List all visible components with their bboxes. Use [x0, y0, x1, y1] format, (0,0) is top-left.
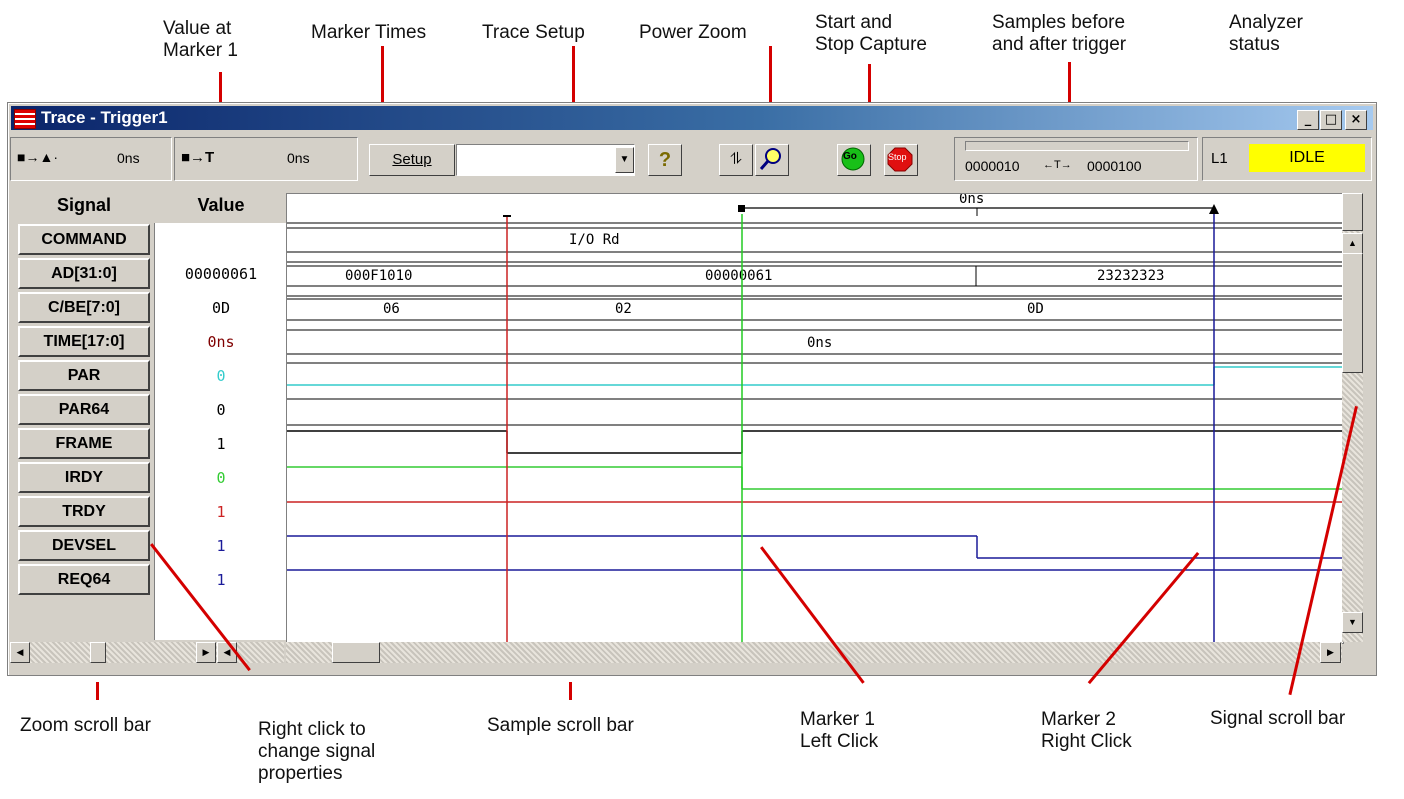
annotation-trace-setup: Trace Setup — [482, 22, 585, 43]
cbe-value-label: 06 — [383, 301, 400, 317]
samples-panel: 0000010 ←T→ 0000100 — [954, 137, 1198, 181]
signal-value: 00000061 — [184, 265, 258, 283]
annotation-analyzer-status: Analyzer status — [1229, 12, 1303, 55]
ad-value-label: 000F1010 — [345, 268, 412, 284]
waveform-pane[interactable]: 0ns I/O Rd 000F1010 00000061 23232323 06 02 0D 0… — [286, 193, 1344, 644]
annotation-zoom-scroll: Zoom scroll bar — [20, 715, 151, 736]
signal-button[interactable]: COMMAND — [18, 224, 150, 255]
zoom-fit-button[interactable]: ⥮ — [719, 144, 753, 176]
go-button[interactable]: Go — [837, 144, 871, 176]
dropdown-arrow-icon[interactable]: ▼ — [615, 147, 634, 173]
signal-button[interactable]: PAR — [18, 360, 150, 391]
go-label: Go — [843, 151, 857, 162]
status-badge: IDLE — [1249, 144, 1365, 172]
signal-value — [156, 224, 286, 257]
signal-button[interactable]: REQ64 — [18, 564, 150, 595]
annotation-signal-scroll: Signal scroll bar — [1210, 708, 1346, 729]
signal-button[interactable]: TIME[17:0] — [18, 326, 150, 357]
signal-value: 0 — [216, 469, 226, 487]
app-icon — [14, 109, 36, 129]
scroll-up-arrow-icon[interactable]: ▲ — [1342, 233, 1363, 254]
zoom-scroll-thumb[interactable] — [90, 642, 106, 663]
minimize-button[interactable]: _ — [1297, 110, 1319, 130]
time-label: 0ns — [807, 335, 832, 351]
signal-value: 0 — [216, 367, 226, 385]
ad-value-label: 00000061 — [705, 268, 772, 284]
ruler-time-label: 0ns — [959, 194, 984, 207]
trace-setup-select[interactable]: ▼ — [456, 144, 635, 176]
zoom-left-arrow-icon[interactable]: ◀ — [10, 642, 30, 663]
ad-value-label: 23232323 — [1097, 268, 1164, 284]
level-label: L1 — [1211, 150, 1228, 167]
samples-after: 0000100 — [1087, 158, 1142, 174]
annotation-marker2: Marker 2 Right Click — [1041, 709, 1132, 752]
marker2-handle[interactable] — [1209, 204, 1219, 214]
annotation-right-click: Right click to change signal properties — [258, 719, 376, 784]
samples-before: 0000010 — [965, 158, 1020, 174]
signal-value: 1 — [216, 435, 226, 453]
cbe-value-label: 0D — [1027, 301, 1044, 317]
command-label: I/O Rd — [569, 232, 620, 248]
annotation-marker1: Marker 1 Left Click — [800, 709, 879, 752]
samples-bar[interactable] — [965, 141, 1189, 151]
signal-button[interactable]: TRDY — [18, 496, 150, 527]
signal-value: 0 — [216, 401, 226, 419]
sample-scroll-thumb[interactable] — [332, 642, 380, 663]
cbe-value-label: 02 — [615, 301, 632, 317]
marker-trigger-label: ■→T — [181, 149, 215, 166]
annotation-marker-times: Marker Times — [311, 22, 427, 43]
signal-value: 1 — [216, 503, 226, 521]
signal-value: 0D — [211, 299, 231, 317]
help-icon: ? — [658, 149, 672, 171]
waveform-zoom-icon: ⥮ — [730, 151, 742, 168]
title-bar[interactable]: Trace - Trigger1 _ □ × — [11, 106, 1373, 130]
signal-button[interactable]: DEVSEL — [18, 530, 150, 561]
stop-label: Stop — [888, 152, 907, 162]
zoom-right-arrow-icon[interactable]: ▶ — [196, 642, 216, 663]
signal-value: 1 — [216, 537, 226, 555]
setup-button[interactable]: Setup — [369, 144, 455, 176]
scroll-corner-top — [1342, 193, 1363, 231]
signal-column-header: Signal — [56, 195, 111, 215]
waveform-canvas[interactable]: 0ns I/O Rd 000F1010 00000061 23232323 06 02 0D 0… — [287, 194, 1343, 643]
signal-scroll-thumb[interactable] — [1342, 253, 1363, 373]
marker-span-panel: ■→▲· 0ns — [10, 137, 172, 181]
marker-trigger-value: 0ns — [287, 150, 310, 166]
annotation-power-zoom: Power Zoom — [639, 22, 747, 43]
trace-window: Trace - Trigger1 _ □ × ■→▲· 0ns ■→T 0ns … — [7, 102, 1377, 676]
value-column-header: Value — [197, 195, 245, 215]
signal-button[interactable]: AD[31:0] — [18, 258, 150, 289]
annotation-sample-scroll: Sample scroll bar — [487, 715, 634, 736]
close-button[interactable]: × — [1345, 110, 1367, 130]
magnifier-icon — [759, 148, 781, 170]
signal-button[interactable]: IRDY — [18, 462, 150, 493]
scroll-down-arrow-icon[interactable]: ▼ — [1342, 612, 1363, 633]
sample-right-arrow-icon[interactable]: ▶ — [1320, 642, 1341, 663]
window-title: Trace - Trigger1 — [41, 108, 168, 127]
marker1-handle[interactable] — [738, 205, 745, 212]
marker-trigger-panel: ■→T 0ns — [174, 137, 358, 181]
maximize-button[interactable]: □ — [1320, 110, 1342, 130]
signal-button[interactable]: PAR64 — [18, 394, 150, 425]
annotation-value-at-marker: Value at Marker 1 — [163, 18, 238, 61]
signal-button[interactable]: FRAME — [18, 428, 150, 459]
signal-value: 1 — [216, 571, 226, 589]
sample-scrollbar[interactable]: ▶ — [286, 642, 1342, 663]
signal-value: 0ns — [207, 333, 235, 351]
toolbar: ■→▲· 0ns ■→T 0ns Setup ▼ ? ⥮ Go Stop 000… — [8, 135, 1376, 183]
signal-button[interactable]: C/BE[7:0] — [18, 292, 150, 323]
marker-span-value: 0ns — [117, 150, 140, 166]
samples-arrow-icon: ←T→ — [1043, 159, 1072, 171]
marker-span-label: ■→▲· — [17, 149, 58, 165]
annotation-samples: Samples before and after trigger — [992, 12, 1127, 55]
power-zoom-button[interactable] — [755, 144, 789, 176]
annotation-start-stop: Start and Stop Capture — [815, 12, 927, 55]
analyzer-status-panel: L1 IDLE — [1202, 137, 1372, 181]
help-button[interactable]: ? — [648, 144, 682, 176]
stop-button[interactable]: Stop — [884, 144, 918, 176]
